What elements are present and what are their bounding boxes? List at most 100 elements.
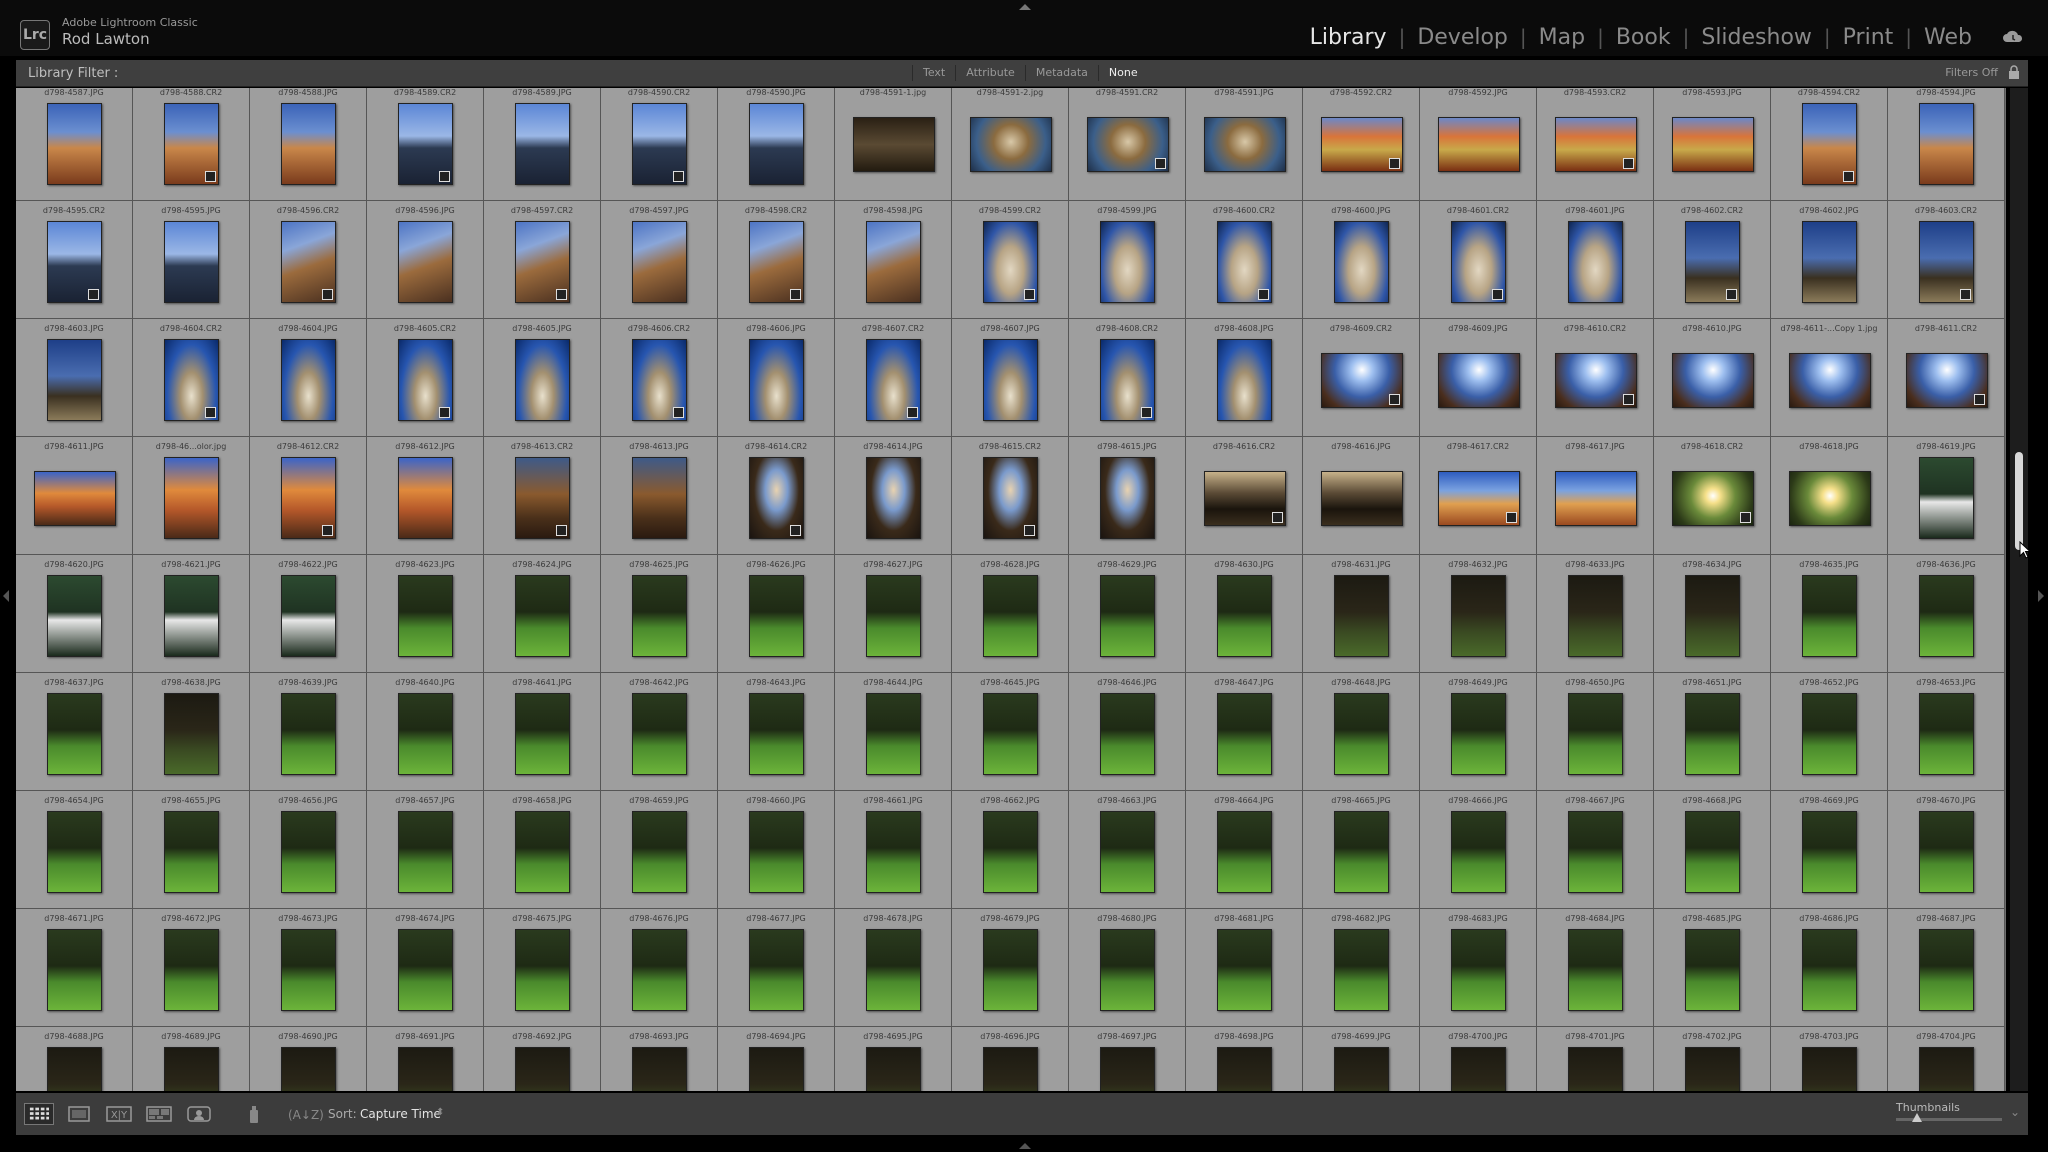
thumbnail-image[interactable] (47, 929, 102, 1011)
grid-cell[interactable]: d798-4595.JPG (133, 201, 250, 319)
grid-cell[interactable]: d798-4619.JPG (1888, 437, 2005, 555)
thumbnail-image[interactable] (1217, 575, 1272, 657)
grid-cell[interactable]: d798-4591.CR2 (1069, 88, 1186, 201)
thumbnail-image[interactable] (866, 457, 921, 539)
grid-cell[interactable]: d798-4702.JPG (1654, 1027, 1771, 1091)
thumbnail-image[interactable] (866, 339, 921, 421)
thumbnail-image[interactable] (1919, 693, 1974, 775)
thumbnail-image[interactable] (1919, 457, 1974, 539)
grid-cell[interactable]: d798-4674.JPG (367, 909, 484, 1027)
grid-cell[interactable]: d798-4610.JPG (1654, 319, 1771, 437)
module-develop[interactable]: Develop (1405, 25, 1520, 50)
thumbnail-image[interactable] (1451, 811, 1506, 893)
thumbnail-image[interactable] (281, 811, 336, 893)
thumbnail-image[interactable] (1217, 811, 1272, 893)
grid-cell[interactable]: d798-4590.CR2 (601, 88, 718, 201)
thumbnail-image[interactable] (866, 929, 921, 1011)
grid-cell[interactable]: d798-4659.JPG (601, 791, 718, 909)
thumbnail-image[interactable] (515, 457, 570, 539)
grid-cell[interactable]: d798-4695.JPG (835, 1027, 952, 1091)
grid-cell[interactable]: d798-4650.JPG (1537, 673, 1654, 791)
thumbnail-image[interactable] (983, 929, 1038, 1011)
grid-cell[interactable]: d798-4617.JPG (1537, 437, 1654, 555)
thumbnail-image[interactable] (515, 103, 570, 185)
thumbnail-image[interactable] (866, 575, 921, 657)
thumbnail-image[interactable] (1685, 575, 1740, 657)
grid-cell[interactable]: d798-4605.CR2 (367, 319, 484, 437)
thumbnail-image[interactable] (1451, 575, 1506, 657)
filter-presets-dropdown[interactable]: Filters Off (1945, 66, 1998, 79)
grid-cell[interactable]: d798-4618.CR2 (1654, 437, 1771, 555)
grid-cell[interactable]: d798-4700.JPG (1420, 1027, 1537, 1091)
grid-view-icon[interactable] (24, 1103, 54, 1125)
grid-cell[interactable]: d798-4646.JPG (1069, 673, 1186, 791)
grid-cell[interactable]: d798-4681.JPG (1186, 909, 1303, 1027)
thumbnail-image[interactable] (1802, 929, 1857, 1011)
thumbnail-image[interactable] (1685, 1047, 1740, 1091)
thumbnail-image[interactable] (1217, 339, 1272, 421)
grid-cell[interactable]: d798-4657.JPG (367, 791, 484, 909)
thumbnail-image[interactable] (1217, 221, 1272, 303)
thumbnail-image[interactable] (281, 575, 336, 657)
grid-cell[interactable]: d798-4660.JPG (718, 791, 835, 909)
thumbnail-image[interactable] (1788, 353, 1871, 408)
grid-cell[interactable]: d798-4678.JPG (835, 909, 952, 1027)
thumbnail-image[interactable] (1320, 353, 1403, 408)
thumbnail-image[interactable] (47, 693, 102, 775)
grid-cell[interactable]: d798-4587.JPG (16, 88, 133, 201)
grid-cell[interactable]: d798-4632.JPG (1420, 555, 1537, 673)
thumbnail-image[interactable] (164, 929, 219, 1011)
filter-tab-text[interactable]: Text (912, 65, 955, 81)
thumbnail-image[interactable] (1334, 929, 1389, 1011)
grid-cell[interactable]: d798-4601.JPG (1537, 201, 1654, 319)
grid-cell[interactable]: d798-4591-2.jpg (952, 88, 1069, 201)
thumbnail-image[interactable] (164, 103, 219, 185)
thumbnail-image[interactable] (1568, 811, 1623, 893)
thumbnail-image[interactable] (1671, 117, 1754, 172)
thumbnail-image[interactable] (1437, 117, 1520, 172)
grid-cell[interactable]: d798-4661.JPG (835, 791, 952, 909)
thumbnail-image[interactable] (515, 929, 570, 1011)
thumbnail-image[interactable] (1451, 1047, 1506, 1091)
grid-cell[interactable]: d798-4603.CR2 (1888, 201, 2005, 319)
grid-cell[interactable]: d798-4608.JPG (1186, 319, 1303, 437)
grid-cell[interactable]: d798-4611.CR2 (1888, 319, 2005, 437)
grid-cell[interactable]: d798-4623.JPG (367, 555, 484, 673)
grid-cell[interactable]: d798-4639.JPG (250, 673, 367, 791)
thumbnail-size-slider-knob[interactable] (1912, 1113, 1922, 1122)
thumbnail-image[interactable] (1100, 339, 1155, 421)
grid-cell[interactable]: d798-4600.JPG (1303, 201, 1420, 319)
module-slideshow[interactable]: Slideshow (1689, 25, 1824, 50)
thumbnail-image[interactable] (1334, 221, 1389, 303)
thumbnail-image[interactable] (1802, 103, 1857, 185)
thumbnail-image[interactable] (1217, 693, 1272, 775)
grid-cell[interactable]: d798-4594.JPG (1888, 88, 2005, 201)
thumbnail-image[interactable] (1203, 471, 1286, 526)
toolbar-content-chevron-icon[interactable]: ⌄ (2010, 1105, 2020, 1119)
thumbnail-image[interactable] (281, 457, 336, 539)
grid-cell[interactable]: d798-4625.JPG (601, 555, 718, 673)
grid-cell[interactable]: d798-4618.JPG (1771, 437, 1888, 555)
grid-cell[interactable]: d798-4670.JPG (1888, 791, 2005, 909)
thumbnail-image[interactable] (515, 339, 570, 421)
grid-cell[interactable]: d798-4611-...Copy 1.jpg (1771, 319, 1888, 437)
grid-cell[interactable]: d798-4594.CR2 (1771, 88, 1888, 201)
grid-cell[interactable]: d798-4671.JPG (16, 909, 133, 1027)
grid-cell[interactable]: d798-4666.JPG (1420, 791, 1537, 909)
grid-cell[interactable]: d798-4641.JPG (484, 673, 601, 791)
grid-cell[interactable]: d798-4611.JPG (16, 437, 133, 555)
grid-cell[interactable]: d798-4591.JPG (1186, 88, 1303, 201)
grid-cell[interactable]: d798-4675.JPG (484, 909, 601, 1027)
thumbnail-image[interactable] (47, 575, 102, 657)
survey-view-icon[interactable] (144, 1103, 174, 1125)
grid-cell[interactable]: d798-4669.JPG (1771, 791, 1888, 909)
scrollbar-thumb[interactable] (2015, 452, 2023, 550)
filter-tab-metadata[interactable]: Metadata (1024, 65, 1098, 81)
thumbnail-image[interactable] (632, 575, 687, 657)
grid-cell[interactable]: d798-4672.JPG (133, 909, 250, 1027)
thumbnail-image[interactable] (749, 1047, 804, 1091)
thumbnail-image[interactable] (1919, 1047, 1974, 1091)
thumbnail-image[interactable] (1788, 471, 1871, 526)
thumbnail-image[interactable] (398, 929, 453, 1011)
filter-tab-none[interactable]: None (1097, 65, 1148, 81)
